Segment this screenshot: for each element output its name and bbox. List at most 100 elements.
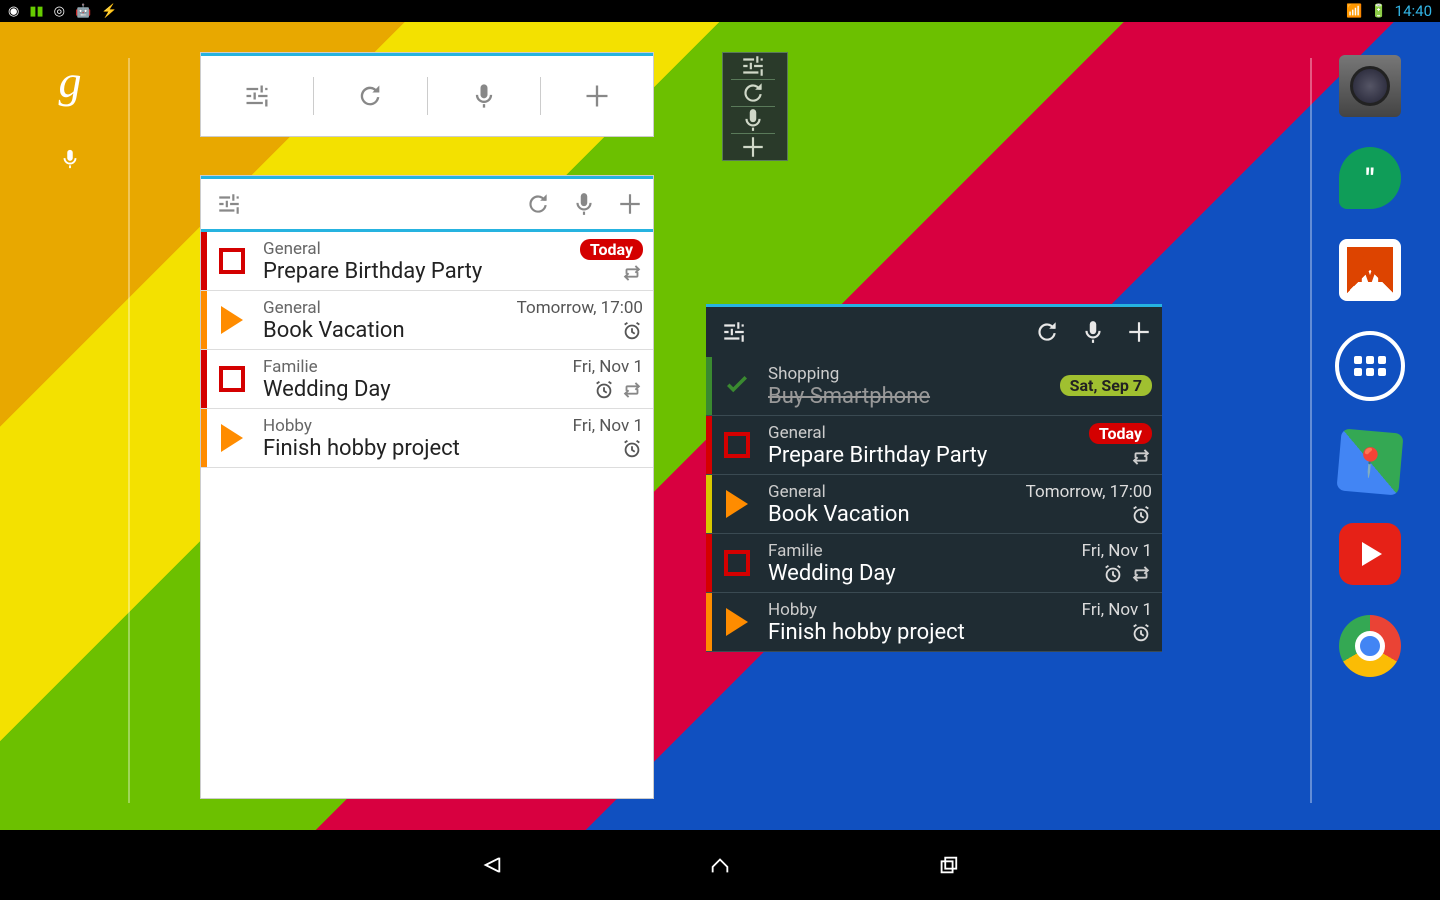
back-button[interactable]	[468, 841, 516, 889]
check-icon[interactable]	[722, 371, 752, 401]
sync-button[interactable]	[1024, 307, 1070, 357]
voice-button[interactable]	[723, 107, 783, 133]
widget-tasklist-light: General Prepare Birthday Party Today Gen…	[200, 175, 654, 799]
alarm-icon	[593, 379, 615, 401]
task-row[interactable]: General Prepare Birthday Party Today	[201, 232, 653, 291]
task-category: Familie	[263, 357, 487, 377]
settings-button[interactable]	[201, 56, 313, 136]
google-g-icon[interactable]: g	[30, 55, 110, 108]
task-row[interactable]: General Book Vacation Tomorrow, 17:00	[201, 291, 653, 350]
add-button[interactable]	[723, 134, 783, 160]
checkbox-icon[interactable]	[219, 366, 245, 392]
alarm-icon	[1130, 504, 1152, 526]
task-category: Hobby	[768, 600, 996, 620]
checkbox-icon[interactable]	[219, 248, 245, 274]
bolt-icon: ⚡	[101, 4, 117, 19]
checkbox-icon[interactable]	[724, 432, 750, 458]
task-row[interactable]: General Book Vacation Tomorrow, 17:00	[706, 475, 1162, 534]
task-category: General	[768, 482, 996, 502]
task-title: Buy Smartphone	[768, 384, 996, 409]
repeat-icon	[621, 379, 643, 401]
task-title: Prepare Birthday Party	[263, 259, 487, 284]
status-time: 14:40	[1395, 2, 1432, 20]
sync-icon: ◎	[54, 4, 65, 19]
google-sidebar: g	[30, 55, 110, 174]
task-row[interactable]: Familie Wedding Day Fri, Nov 1	[706, 534, 1162, 593]
task-title: Wedding Day	[263, 377, 487, 402]
voice-button[interactable]	[1070, 307, 1116, 357]
task-category: General	[263, 239, 487, 259]
play-icon[interactable]	[726, 608, 748, 636]
apps-drawer-icon[interactable]	[1335, 331, 1405, 401]
widget-tasklist-dark: Shopping Buy Smartphone Sat, Sep 7 Gener…	[706, 304, 1162, 652]
navigation-bar	[0, 830, 1440, 900]
due-text: Tomorrow, 17:00	[1026, 482, 1152, 502]
sync-button[interactable]	[314, 56, 426, 136]
play-icon[interactable]	[726, 490, 748, 518]
repeat-icon	[1130, 563, 1152, 585]
alarm-icon	[621, 438, 643, 460]
play-icon[interactable]	[221, 424, 243, 452]
due-text: Tomorrow, 17:00	[517, 298, 643, 318]
task-category: Hobby	[263, 416, 487, 436]
repeat-icon	[621, 262, 643, 284]
task-title: Book Vacation	[263, 318, 487, 343]
chrome-app-icon[interactable]	[1339, 615, 1401, 677]
task-row[interactable]: Familie Wedding Day Fri, Nov 1	[201, 350, 653, 409]
task-title: Finish hobby project	[768, 620, 996, 645]
battery-bars-icon: ▮▮	[29, 4, 43, 19]
due-text: Fri, Nov 1	[1082, 541, 1152, 561]
task-category: General	[768, 423, 996, 443]
alarm-icon	[1130, 622, 1152, 644]
voice-button[interactable]	[428, 56, 540, 136]
widget-toolbar-dark-vertical	[722, 52, 788, 161]
wifi-icon: 📶	[1346, 4, 1362, 19]
app-dock: " M 📍	[1330, 55, 1410, 677]
due-badge: Today	[1089, 423, 1152, 444]
alarm-icon	[621, 320, 643, 342]
due-text: Fri, Nov 1	[1082, 600, 1152, 620]
camera-app-icon[interactable]	[1339, 55, 1401, 117]
play-icon[interactable]	[221, 306, 243, 334]
android-icon: 🤖	[75, 4, 91, 19]
add-button[interactable]	[607, 179, 653, 229]
hangouts-app-icon[interactable]: "	[1339, 147, 1401, 209]
task-title: Book Vacation	[768, 502, 996, 527]
repeat-icon	[1130, 446, 1152, 468]
settings-button[interactable]	[723, 53, 783, 79]
due-text: Fri, Nov 1	[573, 416, 643, 436]
alarm-icon	[1102, 563, 1124, 585]
recent-button[interactable]	[924, 841, 972, 889]
maps-app-icon[interactable]: 📍	[1336, 428, 1403, 495]
widget-toolbar-light-horizontal	[200, 52, 654, 137]
voice-button[interactable]	[561, 179, 607, 229]
sync-button[interactable]	[515, 179, 561, 229]
task-title: Wedding Day	[768, 561, 996, 586]
add-button[interactable]	[541, 56, 653, 136]
gps-icon: ◉	[8, 4, 19, 19]
sync-button[interactable]	[723, 80, 783, 106]
home-button[interactable]	[696, 841, 744, 889]
settings-button[interactable]	[706, 307, 762, 357]
task-title: Prepare Birthday Party	[768, 443, 996, 468]
checkbox-icon[interactable]	[724, 550, 750, 576]
status-bar: ◉ ▮▮ ◎ 🤖 ⚡ 📶 🔋 14:40	[0, 0, 1440, 22]
right-divider	[1310, 58, 1312, 803]
task-category: Familie	[768, 541, 996, 561]
due-text: Fri, Nov 1	[573, 357, 643, 377]
youtube-app-icon[interactable]	[1339, 523, 1401, 585]
google-mic-icon[interactable]	[30, 148, 110, 174]
battery-icon: 🔋	[1370, 4, 1386, 19]
settings-button[interactable]	[201, 179, 257, 229]
gmail-app-icon[interactable]: M	[1339, 239, 1401, 301]
task-title: Finish hobby project	[263, 436, 487, 461]
task-row[interactable]: General Prepare Birthday Party Today	[706, 416, 1162, 475]
due-badge: Today	[580, 239, 643, 260]
task-category: Shopping	[768, 364, 996, 384]
task-row[interactable]: Shopping Buy Smartphone Sat, Sep 7	[706, 357, 1162, 416]
due-badge: Sat, Sep 7	[1060, 375, 1152, 396]
task-row[interactable]: Hobby Finish hobby project Fri, Nov 1	[201, 409, 653, 468]
task-category: General	[263, 298, 487, 318]
task-row[interactable]: Hobby Finish hobby project Fri, Nov 1	[706, 593, 1162, 652]
add-button[interactable]	[1116, 307, 1162, 357]
